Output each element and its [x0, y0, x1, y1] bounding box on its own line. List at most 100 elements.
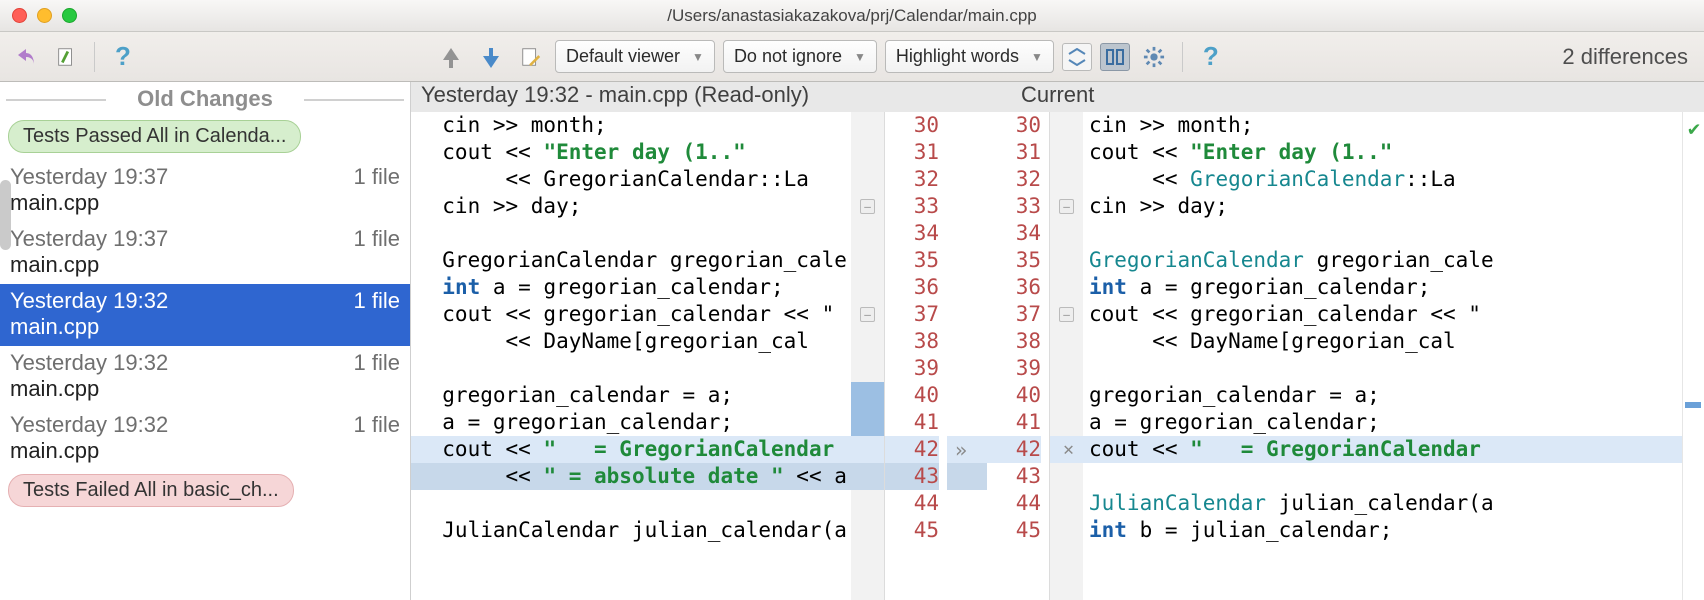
highlight-dropdown[interactable]: Highlight words ▼: [885, 40, 1054, 73]
gutter-cell: [851, 328, 884, 355]
line-number: 34: [987, 220, 1041, 247]
code-line[interactable]: [411, 220, 851, 247]
chevron-down-icon: ▼: [1031, 50, 1043, 64]
code-line[interactable]: cout << "Enter day (1..": [1083, 139, 1682, 166]
gutter-cell: [851, 247, 884, 274]
gutter-cell: [851, 382, 884, 409]
code-line[interactable]: JulianCalendar julian_calendar(a: [1083, 490, 1682, 517]
viewer-dropdown[interactable]: Default viewer ▼: [555, 40, 715, 73]
code-line[interactable]: GregorianCalendar gregorian_cale: [1083, 247, 1682, 274]
line-number: 44: [885, 490, 939, 517]
gutter-cell: –: [1050, 193, 1083, 220]
fold-icon[interactable]: –: [860, 307, 875, 322]
ignore-dropdown-label: Do not ignore: [734, 46, 842, 67]
window-close-button[interactable]: [12, 8, 27, 23]
revert-icon[interactable]: [10, 41, 42, 73]
code-line[interactable]: cout << "Enter day (1..": [411, 139, 851, 166]
settings-icon[interactable]: [1138, 41, 1170, 73]
code-line[interactable]: gregorian_calendar = a;: [1083, 382, 1682, 409]
line-number: 45: [987, 517, 1041, 544]
code-line[interactable]: int a = gregorian_calendar;: [411, 274, 851, 301]
code-line[interactable]: cin >> day;: [1083, 193, 1682, 220]
ignore-dropdown[interactable]: Do not ignore ▼: [723, 40, 877, 73]
code-line[interactable]: JulianCalendar julian_calendar(a: [411, 517, 851, 544]
line-number: 37: [987, 301, 1041, 328]
tests-failed-pill[interactable]: Tests Failed All in basic_ch...: [8, 474, 294, 507]
apply-diff-icon[interactable]: »: [955, 438, 967, 462]
line-number: 33: [987, 193, 1041, 220]
line-number: 40: [885, 382, 939, 409]
history-item[interactable]: Yesterday 19:371 filemain.cpp: [0, 222, 410, 284]
gutter-cell: [851, 409, 884, 436]
gutter-cell: ✕: [1050, 436, 1083, 463]
code-line[interactable]: a = gregorian_calendar;: [411, 409, 851, 436]
code-line[interactable]: << GregorianCalendar::La: [411, 166, 851, 193]
fold-icon[interactable]: –: [860, 199, 875, 214]
history-item[interactable]: Yesterday 19:371 filemain.cpp: [0, 160, 410, 222]
gutter-cell: [851, 517, 884, 544]
diff-body: cin >> month; cout << "Enter day (1.." <…: [411, 112, 1704, 600]
history-item-meta: 1 file: [354, 350, 400, 376]
line-number: 44: [987, 490, 1041, 517]
code-line[interactable]: << " = absolute date " << a: [411, 463, 851, 490]
code-line[interactable]: a = gregorian_calendar;: [1083, 409, 1682, 436]
window-minimize-button[interactable]: [37, 8, 52, 23]
diff-marker[interactable]: [1685, 402, 1701, 408]
code-line[interactable]: [1083, 463, 1682, 490]
window-maximize-button[interactable]: [62, 8, 77, 23]
gutter-cell: [1050, 112, 1083, 139]
history-item[interactable]: Yesterday 19:321 filemain.cpp: [0, 346, 410, 408]
code-line[interactable]: cout << " = GregorianCalendar: [1083, 436, 1682, 463]
viewer-dropdown-label: Default viewer: [566, 46, 680, 67]
code-line[interactable]: GregorianCalendar gregorian_cale: [411, 247, 851, 274]
code-line[interactable]: cout << gregorian_calendar << ": [411, 301, 851, 328]
chevron-down-icon: ▼: [692, 50, 704, 64]
history-item[interactable]: Yesterday 19:321 filemain.cpp: [0, 408, 410, 470]
window-titlebar: /Users/anastasiakazakova/prj/Calendar/ma…: [0, 0, 1704, 32]
code-line[interactable]: << DayName[gregorian_cal: [1083, 328, 1682, 355]
line-number: 41: [885, 409, 939, 436]
code-line[interactable]: cin >> month;: [1083, 112, 1682, 139]
right-marker-strip[interactable]: ✔: [1682, 112, 1704, 600]
next-diff-icon[interactable]: [475, 41, 507, 73]
discard-diff-icon[interactable]: ✕: [1063, 439, 1074, 460]
gutter-cell: [1050, 517, 1083, 544]
code-line[interactable]: gregorian_calendar = a;: [411, 382, 851, 409]
code-line[interactable]: [411, 490, 851, 517]
code-line[interactable]: int b = julian_calendar;: [1083, 517, 1682, 544]
code-line[interactable]: << GregorianCalendar::La: [1083, 166, 1682, 193]
gutter-cell: [851, 166, 884, 193]
sync-scroll-toggle[interactable]: [1100, 43, 1130, 71]
code-line[interactable]: cout << " = GregorianCalendar: [411, 436, 851, 463]
patch-icon[interactable]: [50, 41, 82, 73]
history-sidebar: Old Changes Tests Passed All in Calenda.…: [0, 82, 411, 600]
code-line[interactable]: [1083, 355, 1682, 382]
code-line[interactable]: [411, 355, 851, 382]
history-item-time: Yesterday 19:32: [10, 288, 168, 314]
fold-icon[interactable]: –: [1059, 307, 1074, 322]
diff-count-label: 2 differences: [1562, 44, 1694, 70]
history-item-file: main.cpp: [10, 190, 400, 216]
history-item-time: Yesterday 19:37: [10, 226, 168, 252]
history-item[interactable]: Yesterday 19:321 filemain.cpp: [0, 284, 410, 346]
help-icon-2[interactable]: ?: [1195, 41, 1227, 73]
gutter-cell: [1050, 220, 1083, 247]
code-line[interactable]: cout << gregorian_calendar << ": [1083, 301, 1682, 328]
line-number: 39: [987, 355, 1041, 382]
tests-passed-pill[interactable]: Tests Passed All in Calenda...: [8, 120, 301, 153]
right-pane-title: Current: [1015, 82, 1094, 112]
code-line[interactable]: [1083, 220, 1682, 247]
history-item-time: Yesterday 19:37: [10, 164, 168, 190]
prev-diff-icon[interactable]: [435, 41, 467, 73]
code-line[interactable]: << DayName[gregorian_cal: [411, 328, 851, 355]
line-number: 32: [987, 166, 1041, 193]
code-line[interactable]: cin >> day;: [411, 193, 851, 220]
collapse-unchanged-toggle[interactable]: [1062, 43, 1092, 71]
fold-icon[interactable]: –: [1059, 199, 1074, 214]
sidebar-scrollbar[interactable]: [0, 180, 11, 250]
help-icon[interactable]: ?: [107, 41, 139, 73]
code-line[interactable]: cin >> month;: [411, 112, 851, 139]
gutter-cell: [1050, 139, 1083, 166]
code-line[interactable]: int a = gregorian_calendar;: [1083, 274, 1682, 301]
edit-source-icon[interactable]: [515, 41, 547, 73]
